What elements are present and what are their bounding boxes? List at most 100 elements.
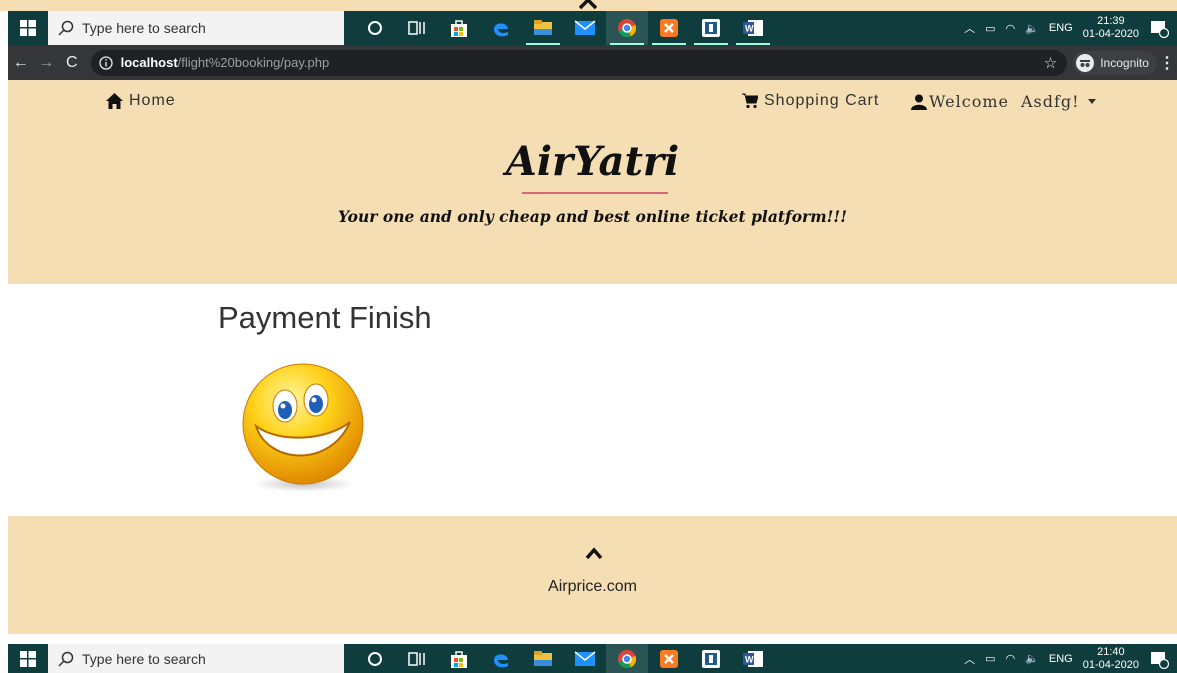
- volume-icon[interactable]: 🔈: [1025, 22, 1039, 35]
- clock-time: 21:40: [1097, 645, 1125, 658]
- edge-icon: [494, 23, 508, 37]
- system-tray: ︿ ▭ ◠ 🔈 ENG 21:39 01-04-2020: [964, 11, 1177, 45]
- chrome-icon: [618, 19, 637, 38]
- chrome-app[interactable]: [606, 11, 648, 45]
- wifi-icon[interactable]: ◠: [1006, 652, 1016, 665]
- tagline: Your one and only cheap and best online …: [337, 207, 848, 226]
- xampp-icon: [660, 649, 678, 668]
- taskbar-top: Type here to search W ︿ ▭ ◠ 🔈 ENG 21:39 …: [8, 11, 1177, 45]
- notification-icon[interactable]: [1149, 18, 1169, 38]
- info-icon[interactable]: [98, 55, 113, 70]
- cortana-icon: [368, 651, 382, 666]
- shopping-cart-icon: [742, 93, 758, 109]
- nav-home-link[interactable]: Home: [106, 92, 176, 110]
- mail-app[interactable]: [564, 11, 606, 45]
- search-icon: [58, 20, 74, 36]
- back-button[interactable]: ←: [8, 45, 34, 80]
- reload-button[interactable]: C: [59, 45, 85, 80]
- screen: Type here to search W ︿ ▭ ◠ 🔈 ENG 21:39 …: [0, 0, 1177, 673]
- url-path: /flight%20booking/pay.php: [177, 55, 330, 70]
- language-indicator[interactable]: ENG: [1049, 22, 1073, 34]
- arrow-left-icon: ←: [12, 53, 29, 71]
- start-button[interactable]: [8, 644, 48, 673]
- folder-icon: [534, 20, 552, 35]
- xampp-icon: [660, 19, 678, 37]
- site-header: Home Shopping Cart Welcome Asdfg! AirYat…: [8, 80, 1177, 284]
- top-strip: [0, 0, 1177, 11]
- wifi-icon[interactable]: ◠: [1006, 22, 1016, 35]
- welcome-label: Welcome: [929, 92, 1009, 111]
- footer-text: Airprice.com: [548, 578, 637, 595]
- nav-user-dropdown[interactable]: Welcome Asdfg!: [911, 92, 1096, 111]
- store-icon: [451, 650, 467, 668]
- taskbar-bottom: Type here to search W ︿ ▭ ◠ 🔈 ENG 21:40 …: [8, 644, 1177, 673]
- chrome-icon: [618, 649, 637, 668]
- reload-icon: C: [66, 53, 78, 71]
- bookmark-star-icon[interactable]: ☆: [1044, 54, 1057, 72]
- forward-button[interactable]: →: [34, 45, 60, 80]
- clock-time: 21:39: [1097, 15, 1125, 27]
- language-indicator[interactable]: ENG: [1049, 653, 1073, 665]
- search-placeholder: Type here to search: [82, 650, 206, 667]
- taskbar-apps: W: [354, 11, 774, 45]
- taskbar-apps: W: [354, 644, 774, 673]
- incognito-badge[interactable]: Incognito: [1073, 50, 1157, 75]
- nav-cart-link[interactable]: Shopping Cart: [742, 92, 879, 110]
- store-app[interactable]: [438, 11, 480, 45]
- xampp-app[interactable]: [648, 11, 690, 45]
- back-to-top-icon[interactable]: [585, 546, 603, 560]
- task-view-icon: [408, 21, 425, 35]
- edge-app[interactable]: [480, 644, 522, 673]
- mail-app[interactable]: [564, 644, 606, 673]
- notification-icon[interactable]: [1149, 649, 1169, 669]
- mail-icon: [574, 20, 596, 35]
- store-icon: [451, 20, 467, 37]
- clock[interactable]: 21:40 01-04-2020: [1083, 646, 1139, 672]
- start-button[interactable]: [8, 11, 48, 45]
- battery-icon[interactable]: ▭: [985, 652, 995, 665]
- cortana-button[interactable]: [354, 644, 396, 673]
- user-name: Asdfg!: [1020, 92, 1080, 111]
- clock-date: 01-04-2020: [1082, 28, 1139, 40]
- taskbar-search[interactable]: Type here to search: [48, 11, 344, 45]
- clock[interactable]: 21:39 01-04-2020: [1083, 15, 1139, 41]
- smiley-image: [242, 363, 364, 492]
- xampp-app[interactable]: [648, 644, 690, 673]
- address-bar[interactable]: localhost/flight%20booking/pay.php ☆: [90, 49, 1068, 76]
- url-text[interactable]: localhost/flight%20booking/pay.php: [121, 55, 330, 70]
- taskbar-search[interactable]: Type here to search: [48, 644, 344, 673]
- task-view-button[interactable]: [396, 644, 438, 673]
- store-app[interactable]: [438, 644, 480, 673]
- search-placeholder: Type here to search: [82, 20, 206, 36]
- url-host: localhost: [120, 55, 178, 70]
- windows-icon: [20, 20, 36, 36]
- chevron-up-icon[interactable]: ︿: [964, 651, 975, 667]
- task-view-button[interactable]: [396, 11, 438, 45]
- edge-app[interactable]: [480, 11, 522, 45]
- word-app[interactable]: W: [732, 644, 774, 673]
- app-window[interactable]: [690, 11, 732, 45]
- chevron-up-icon[interactable]: ︿: [964, 20, 975, 36]
- home-icon: [106, 93, 123, 109]
- nav-cart-label: Shopping Cart: [764, 92, 880, 109]
- cortana-button[interactable]: [354, 11, 396, 45]
- window-app-icon: [702, 649, 720, 668]
- chevron-up-icon[interactable]: [577, 0, 599, 10]
- windows-icon: [20, 650, 36, 667]
- svg-text:W: W: [745, 654, 754, 664]
- word-icon: W: [743, 650, 763, 667]
- brand-title: AirYatri: [505, 138, 680, 185]
- app-window[interactable]: [690, 644, 732, 673]
- window-app-icon: [702, 19, 720, 37]
- mail-icon: [574, 650, 596, 666]
- browser-menu-icon[interactable]: ⋮: [1157, 53, 1177, 73]
- chrome-app[interactable]: [606, 644, 648, 673]
- word-app[interactable]: W: [732, 11, 774, 45]
- file-explorer-app[interactable]: [522, 11, 564, 45]
- nav-home-label: Home: [129, 92, 176, 109]
- user-icon: [911, 94, 927, 110]
- battery-icon[interactable]: ▭: [985, 22, 995, 35]
- volume-icon[interactable]: 🔈: [1025, 652, 1039, 665]
- file-explorer-app[interactable]: [522, 644, 564, 673]
- task-view-icon: [408, 651, 425, 666]
